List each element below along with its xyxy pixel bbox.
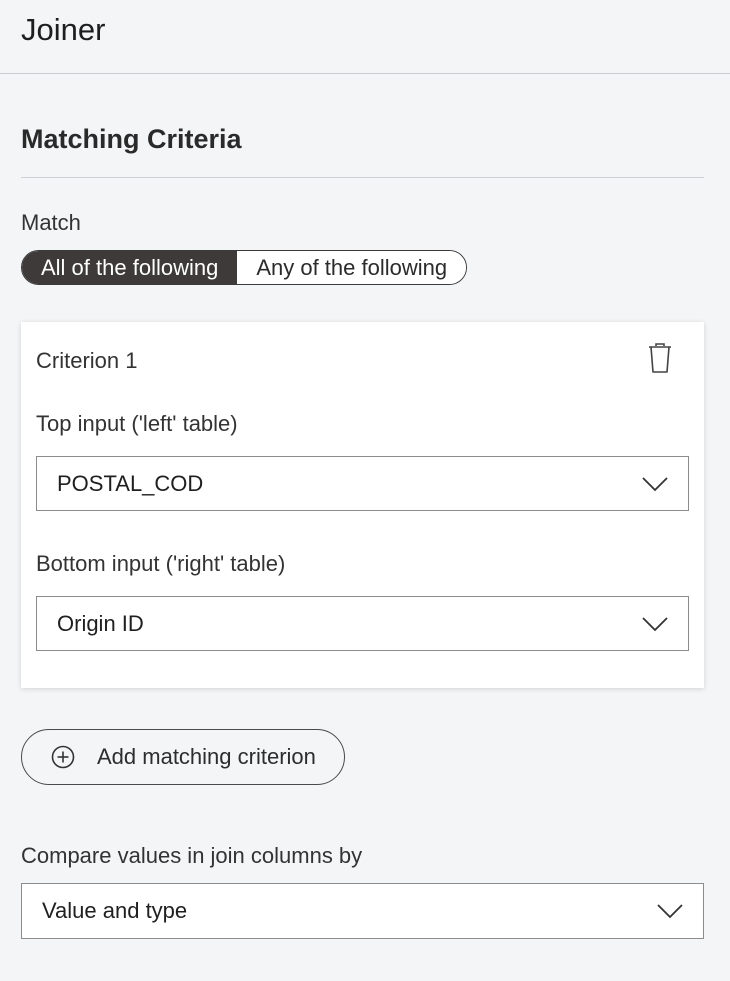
criterion-card: Criterion 1 Top input ('left' table) POS…	[21, 322, 704, 688]
compare-label: Compare values in join columns by	[21, 843, 363, 868]
add-criterion-button[interactable]: Add matching criterion	[21, 729, 345, 785]
top-input-label: Top input ('left' table)	[36, 411, 238, 436]
top-input-select[interactable]: POSTAL_COD	[36, 456, 689, 511]
compare-value: Value and type	[42, 898, 188, 923]
match-any-option[interactable]: Any of the following	[237, 251, 467, 284]
add-criterion-label: Add matching criterion	[97, 744, 316, 769]
top-input-value: POSTAL_COD	[57, 470, 204, 496]
chevron-down-icon	[642, 616, 668, 631]
page-title: Joiner	[21, 12, 106, 47]
app-header: Joiner	[0, 0, 730, 74]
bottom-input-select[interactable]: Origin ID	[36, 596, 689, 651]
criterion-title: Criterion 1	[36, 348, 138, 373]
joiner-panel: Matching Criteria Match All of the follo…	[0, 124, 730, 939]
bottom-input-label: Bottom input ('right' table)	[36, 551, 286, 576]
chevron-down-icon	[642, 476, 668, 491]
compare-select[interactable]: Value and type	[21, 883, 704, 939]
plus-circle-icon	[51, 745, 75, 769]
chevron-down-icon	[657, 904, 683, 919]
match-mode-toggle: All of the following Any of the followin…	[21, 250, 468, 285]
trash-icon[interactable]	[646, 342, 674, 374]
match-label: Match	[21, 210, 81, 235]
match-all-option[interactable]: All of the following	[22, 251, 238, 284]
bottom-input-value: Origin ID	[57, 610, 144, 636]
section-title: Matching Criteria	[21, 124, 704, 178]
